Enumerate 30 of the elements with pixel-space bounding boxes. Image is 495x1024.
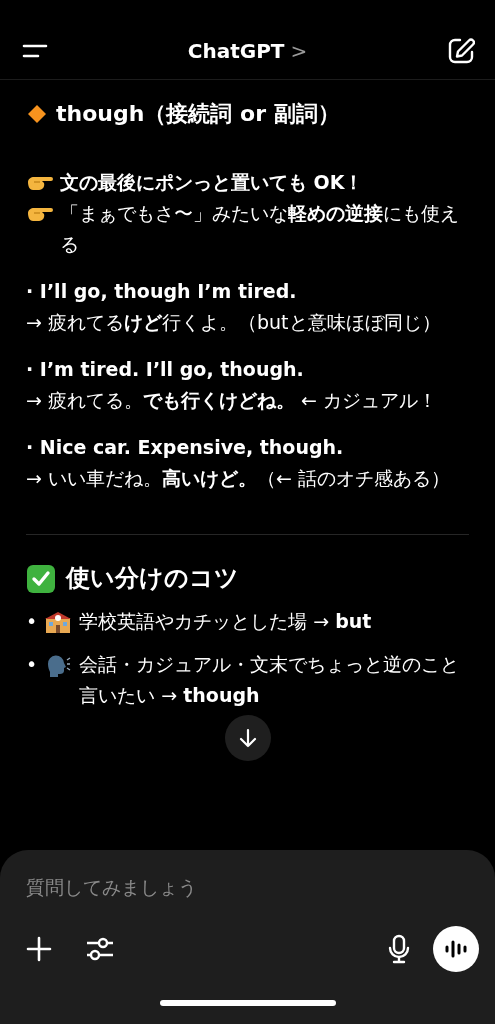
waveform-icon	[444, 938, 468, 960]
microphone-icon[interactable]	[387, 934, 411, 964]
bullet: •	[26, 609, 38, 634]
tip-text: 学校英語やカチッとした場 → but	[79, 609, 372, 634]
chevron-icon[interactable]: >	[290, 38, 308, 63]
arrow-down-icon	[238, 728, 257, 748]
tip-text: 「まぁでもさ〜」みたいな軽めの逆接にも使える	[60, 201, 460, 257]
tip-text: 会話・カジュアル・文末でちょっと逆のこと言いたい → though	[79, 652, 461, 708]
example-translation: → 疲れてる。でも行くけどね。 ← カジュアル！	[26, 388, 438, 413]
scroll-down-button[interactable]	[224, 715, 271, 761]
edit-icon[interactable]	[447, 36, 475, 65]
sliders-icon[interactable]	[86, 936, 114, 962]
plus-icon[interactable]	[26, 936, 52, 962]
school-icon	[45, 610, 72, 634]
check-icon	[26, 563, 56, 594]
tip-text: 文の最後にポンっと置いても OK！	[60, 170, 364, 195]
bullet: •	[26, 652, 38, 677]
diamond-icon	[26, 102, 48, 125]
example-translation: → 疲れてるけど行くよ。（butと意味ほぼ同じ）	[26, 310, 442, 335]
message-input[interactable]: 質問してみましょう	[26, 872, 479, 902]
tips-heading: 使い分けのコツ	[66, 563, 239, 594]
example-sentence: · I’ll go, though I’m tired.	[26, 279, 298, 304]
app-title[interactable]: ChatGPT	[187, 38, 285, 63]
menu-icon[interactable]	[22, 42, 48, 59]
voice-mode-button[interactable]	[433, 926, 479, 972]
example-translation: → いい車だね。高いけど。（← 話のオチ感ある）	[26, 466, 451, 491]
example-sentence: · I’m tired. I’ll go, though.	[26, 357, 305, 382]
speaking-head-icon	[45, 653, 72, 677]
section-heading: though（接続詞 or 副詞）	[56, 100, 340, 128]
example-sentence: · Nice car. Expensive, though.	[26, 435, 345, 460]
